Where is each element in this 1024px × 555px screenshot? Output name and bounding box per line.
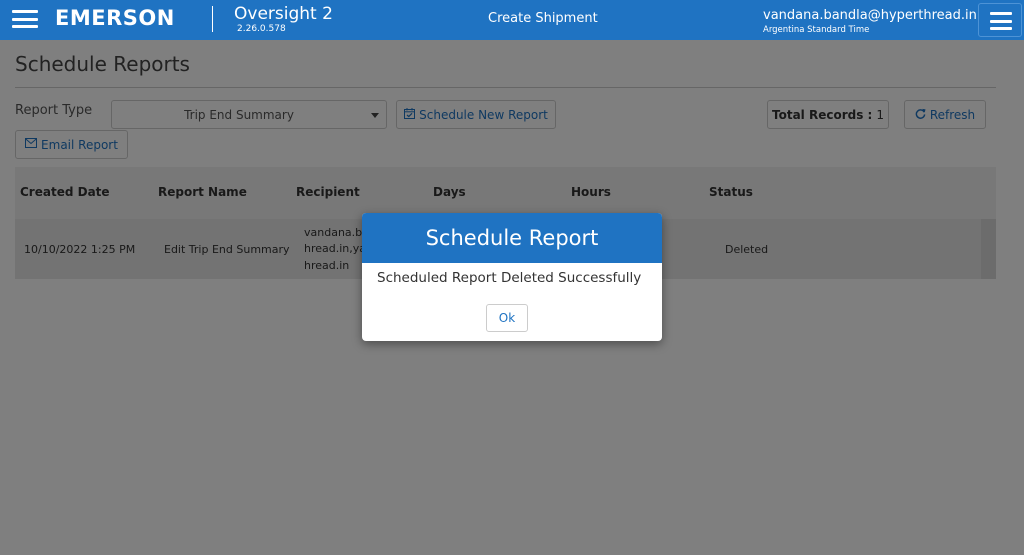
schedule-report-dialog: Schedule Report Scheduled Report Deleted… (362, 213, 662, 341)
brand-divider (212, 6, 213, 32)
app-version: 2.26.0.578 (237, 24, 286, 34)
user-menu-button[interactable] (978, 3, 1022, 37)
top-navbar: EMERSON Oversight 2 2.26.0.578 Create Sh… (0, 0, 1024, 40)
dialog-message: Scheduled Report Deleted Successfully (377, 270, 642, 286)
page-header-title: Create Shipment (488, 11, 598, 26)
ok-button[interactable]: Ok (486, 304, 528, 332)
user-email[interactable]: vandana.bandla@hyperthread.in (763, 8, 977, 23)
app-name: Oversight 2 (234, 4, 333, 24)
hamburger-icon (990, 12, 1012, 30)
brand-logo: EMERSON (55, 6, 175, 30)
hamburger-menu-icon[interactable] (12, 8, 38, 30)
user-timezone: Argentina Standard Time (763, 25, 870, 35)
dialog-title: Schedule Report (362, 213, 662, 263)
